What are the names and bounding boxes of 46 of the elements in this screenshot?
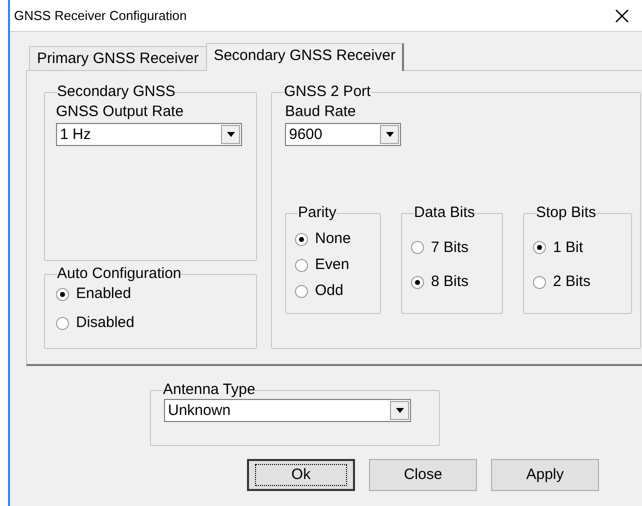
radio-button[interactable] xyxy=(533,276,546,289)
group-label: Stop Bits xyxy=(536,204,596,222)
radio-label: 1 Bit xyxy=(553,238,584,257)
radio-label: Enabled xyxy=(76,285,132,303)
radio-button[interactable] xyxy=(295,232,308,246)
dropdown[interactable]: 1 Hz xyxy=(56,123,242,146)
dialog-button[interactable]: Close xyxy=(369,459,477,491)
radio-button[interactable] xyxy=(411,241,424,254)
dropdown-value: 9600 xyxy=(288,126,324,144)
radio-label: Even xyxy=(315,256,350,274)
group-label: Auto Configuration xyxy=(57,265,182,283)
field-label: GNSS Output Rate xyxy=(56,103,185,121)
radio-button[interactable] xyxy=(533,241,546,254)
group-label: Secondary GNSS xyxy=(57,83,176,101)
dropdown-arrow-button[interactable] xyxy=(390,401,409,420)
dropdown-arrow-button[interactable] xyxy=(221,125,240,144)
radio-label: 8 Bits xyxy=(431,273,469,292)
radio-label: None xyxy=(315,230,351,248)
close-icon xyxy=(615,8,629,22)
radio-button[interactable] xyxy=(295,284,308,298)
field-label: Baud Rate xyxy=(285,103,357,121)
tab[interactable]: Primary GNSS Receiver xyxy=(29,46,206,70)
radio-label: Disabled xyxy=(76,314,134,332)
group-label: Data Bits xyxy=(414,204,475,222)
group-label: GNSS 2 Port xyxy=(284,83,371,101)
radio-label: 2 Bits xyxy=(553,273,591,292)
caret-icon xyxy=(396,408,404,413)
tab[interactable]: Secondary GNSS Receiver xyxy=(206,43,404,71)
radio-label: Odd xyxy=(315,282,344,300)
dropdown-value: Unknown xyxy=(167,402,232,420)
group-label: Antenna Type xyxy=(163,381,256,399)
window-title: GNSS Receiver Configuration xyxy=(14,8,188,24)
radio-label: 7 Bits xyxy=(431,238,469,257)
radio-button[interactable] xyxy=(295,258,308,272)
group-label: Parity xyxy=(298,204,336,222)
radio-button[interactable] xyxy=(411,276,424,289)
radio-button[interactable] xyxy=(56,288,69,300)
dropdown-value: 1 Hz xyxy=(59,126,92,144)
caret-icon xyxy=(386,132,394,137)
dialog-button[interactable]: Ok xyxy=(247,459,355,491)
dialog-button[interactable]: Apply xyxy=(491,459,599,491)
dropdown[interactable]: 9600 xyxy=(285,123,401,146)
radio-button[interactable] xyxy=(56,316,69,330)
caret-icon xyxy=(226,132,234,137)
dropdown-arrow-button[interactable] xyxy=(380,125,399,144)
dropdown[interactable]: Unknown xyxy=(164,399,411,422)
